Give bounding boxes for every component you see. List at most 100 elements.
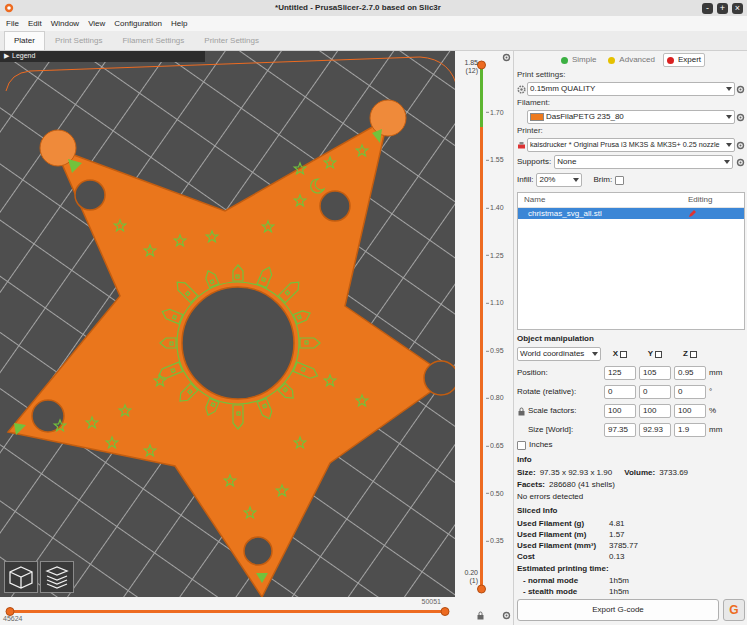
value-field[interactable]: 100 xyxy=(674,404,706,418)
layer-tick-label: 0.80 xyxy=(486,394,504,402)
legend-label[interactable]: Legend xyxy=(12,52,35,60)
icon-spacer xyxy=(517,113,526,122)
menu-item[interactable]: Edit xyxy=(28,19,42,29)
tab[interactable]: Plater xyxy=(4,31,45,50)
mode-button[interactable]: Advanced xyxy=(604,53,659,67)
menu-item[interactable]: Help xyxy=(171,19,187,29)
sliced-value: 4.81 xyxy=(609,519,745,529)
coordinates-combo[interactable]: World coordinates xyxy=(517,347,601,361)
view-area: ▶Legend 4562450051 xyxy=(0,51,455,625)
value-field[interactable]: 0 xyxy=(604,385,636,399)
info-label: Facets: xyxy=(517,480,545,490)
maximize-button[interactable]: + xyxy=(717,3,728,14)
preset-row: 0.15mm QUALITY xyxy=(517,82,745,96)
column-header[interactable]: Name xyxy=(524,195,688,205)
unit-label: % xyxy=(709,406,723,416)
perspective-view-button[interactable] xyxy=(4,561,38,593)
layers-view-button[interactable] xyxy=(40,561,74,593)
window-title: *Untitled - PrusaSlicer-2.7.0 based on S… xyxy=(18,3,698,13)
layer-slider-thumb[interactable] xyxy=(477,585,486,594)
value-field[interactable]: 1.9 xyxy=(674,423,706,437)
app-icon xyxy=(4,3,14,13)
menu-item[interactable]: Configuration xyxy=(114,19,162,29)
object-name: christmas_svg_all.stl xyxy=(528,209,688,219)
object-row[interactable]: christmas_svg_all.stl xyxy=(518,208,744,220)
value-field[interactable]: 105 xyxy=(639,366,671,380)
preset-combo[interactable]: kaisdrucker * Original Prusa i3 MK3S & M… xyxy=(527,138,735,152)
menu-bar: File Edit Window View Configuration Help xyxy=(0,16,747,31)
legend-bar[interactable]: ▶Legend xyxy=(0,51,205,62)
minimize-button[interactable]: - xyxy=(702,3,713,14)
value-field[interactable]: 92.93 xyxy=(639,423,671,437)
preset-combo-value: 0.15mm QUALITY xyxy=(530,84,724,94)
supports-combo[interactable]: None xyxy=(554,155,733,169)
time-value: 1h5m xyxy=(609,587,745,597)
object-list-header: NameEditing xyxy=(518,193,744,208)
layer-slider[interactable]: 1.701.551.401.251.100.950.800.650.500.35… xyxy=(455,51,513,625)
preset-combo[interactable]: DasFilaPETG 235_80 xyxy=(527,110,735,124)
value-field[interactable]: 100 xyxy=(604,404,636,418)
checkbox[interactable] xyxy=(615,176,624,185)
move-slider-thumb[interactable] xyxy=(441,607,450,616)
model-star[interactable] xyxy=(8,100,455,597)
plater: ▶Legend 4562450051 1.701.551.401.251.100… xyxy=(0,51,747,625)
column-header[interactable]: Editing xyxy=(688,195,740,205)
layer-slider-thumb[interactable] xyxy=(477,61,486,70)
mode-button[interactable]: Simple xyxy=(557,53,600,67)
mode-button[interactable]: Expert xyxy=(663,53,705,67)
dropdown-arrow-icon xyxy=(592,352,598,356)
tab[interactable]: Print Settings xyxy=(45,31,113,50)
preset-settings-icon xyxy=(736,85,745,94)
preset-combo[interactable]: 0.15mm QUALITY xyxy=(527,82,735,96)
value-field[interactable]: 0 xyxy=(674,385,706,399)
checkbox[interactable] xyxy=(517,441,526,450)
legend-arrow[interactable]: ▶ xyxy=(4,52,9,60)
unit-label: mm xyxy=(709,425,723,435)
infill-label: Infill: xyxy=(517,175,533,185)
dropdown-arrow-icon xyxy=(726,87,732,91)
value-field[interactable]: 0.95 xyxy=(674,366,706,380)
send-gcode-button[interactable]: G xyxy=(723,599,745,621)
layer-number: (12) xyxy=(456,67,478,75)
menu-item[interactable]: Window xyxy=(51,19,79,29)
value-field[interactable]: 125 xyxy=(604,366,636,380)
build-plate[interactable] xyxy=(0,51,455,597)
sliced-label: Used Filament (g) xyxy=(517,519,609,529)
value-field[interactable]: 0 xyxy=(639,385,671,399)
sidebar: SimpleAdvancedExpertPrint settings:0.15m… xyxy=(513,51,747,625)
move-slider[interactable]: 4562450051 xyxy=(0,597,455,625)
axis-header: X xyxy=(604,349,636,359)
move-slider-thumb[interactable] xyxy=(6,607,15,616)
move-start-label: 45624 xyxy=(3,615,22,623)
settings-gear-icon xyxy=(502,53,511,62)
close-button[interactable]: × xyxy=(732,3,743,14)
field-label-text: Size [World]: xyxy=(528,425,573,435)
cube-icon xyxy=(8,565,34,589)
tab[interactable]: Filament Settings xyxy=(112,31,194,50)
object-list[interactable]: NameEditingchristmas_svg_all.stl xyxy=(517,192,745,330)
export-gcode-button[interactable]: Export G-code xyxy=(517,599,719,621)
layer-tick-label: 1.10 xyxy=(486,299,504,307)
sliced-label: Used Filament (m) xyxy=(517,530,609,540)
edit-icon xyxy=(688,209,697,218)
info-size-line: Size:97.35 x 92.93 x 1.90Volume:3733.69 xyxy=(517,468,745,478)
infill-combo[interactable]: 20% xyxy=(536,173,582,187)
section-title: Object manipulation xyxy=(517,334,745,345)
seam-markers xyxy=(14,129,382,583)
tab[interactable]: Printer Settings xyxy=(194,31,269,50)
mode-dot-icon xyxy=(561,57,568,64)
value-field[interactable]: 97.35 xyxy=(604,423,636,437)
menu-item[interactable]: View xyxy=(88,19,105,29)
field-label-text: Rotate (relative): xyxy=(517,387,576,397)
3d-view[interactable]: ▶Legend xyxy=(0,51,455,597)
value-field[interactable]: 100 xyxy=(639,404,671,418)
info-label: Volume: xyxy=(624,468,655,478)
field-label: Size [World]: xyxy=(517,425,601,435)
sliced-info-grid: Used Filament (g)4.81Used Filament (m)1.… xyxy=(517,519,745,562)
info-status: No errors detected xyxy=(517,492,745,502)
mode-switch: Simple Advanced Expert xyxy=(517,53,745,67)
menu-item[interactable]: File xyxy=(6,19,19,29)
icon-spacer xyxy=(517,426,526,435)
axis-header: Y xyxy=(639,349,671,359)
axis-header: Z xyxy=(674,349,706,359)
